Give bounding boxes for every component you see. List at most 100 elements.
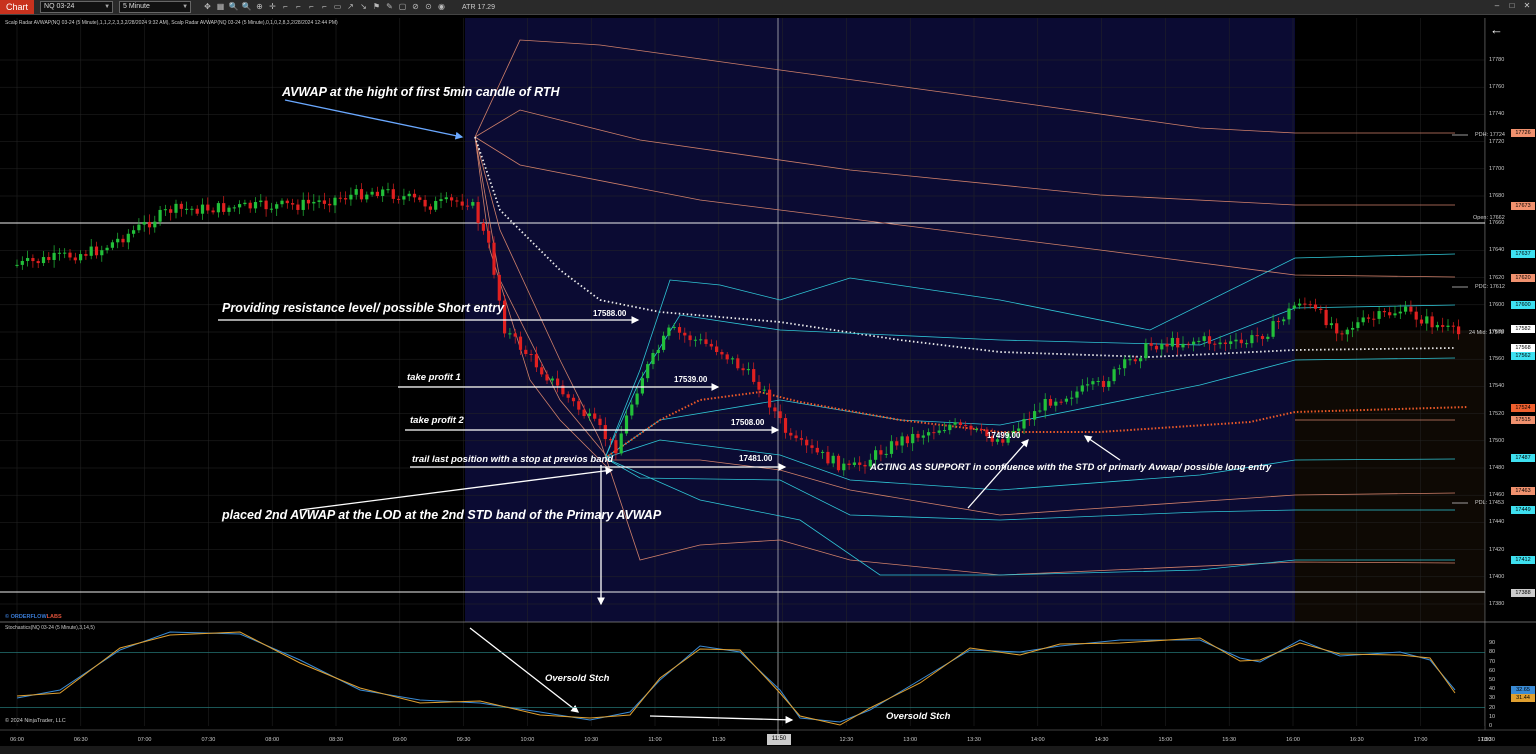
candle-body — [656, 349, 660, 354]
candle-body — [100, 250, 104, 256]
price-chart[interactable] — [0, 0, 1536, 754]
candle-body — [821, 451, 825, 453]
time-tick: 17:00 — [1413, 737, 1428, 743]
candle-body — [630, 404, 634, 416]
candle-body — [497, 274, 501, 301]
candle-body — [73, 257, 77, 261]
back-arrow-icon[interactable]: ← — [1490, 22, 1503, 37]
candle-body — [232, 207, 236, 209]
candle-body — [264, 200, 268, 210]
candle-body — [1112, 369, 1116, 382]
price-tick: 17680 — [1489, 193, 1505, 199]
candle-body — [1388, 312, 1392, 316]
candle-body — [571, 397, 576, 402]
candle-body — [1043, 398, 1047, 411]
price-tick: 17440 — [1489, 519, 1505, 526]
level-label-pdc: PDC: 17612 — [1475, 284, 1505, 290]
candle-body — [190, 208, 194, 210]
candle-body — [105, 247, 109, 251]
candle-body — [624, 415, 629, 434]
candle-body — [386, 189, 390, 191]
candle-body — [900, 436, 904, 446]
candle-body — [169, 209, 173, 213]
candle-body — [1064, 398, 1068, 402]
candle-body — [439, 199, 443, 201]
price-badge: 17463 — [1511, 487, 1535, 496]
candle-body — [1451, 325, 1455, 327]
time-tick: 12:30 — [839, 737, 854, 743]
time-tick: 14:30 — [1094, 737, 1109, 743]
annotation-support: ACTING AS SUPPORT in confluence with the… — [870, 462, 1272, 473]
candle-body — [932, 432, 936, 434]
time-tick: 14:00 — [1030, 737, 1045, 743]
candle-body — [1107, 381, 1111, 388]
candle-body — [20, 260, 24, 265]
candle-body — [953, 422, 957, 425]
candle-body — [884, 453, 888, 455]
candle-body — [365, 194, 369, 200]
time-tick: 07:00 — [137, 737, 152, 743]
price-badge: 17568 — [1511, 344, 1535, 353]
candle-body — [937, 430, 941, 433]
candle-body — [1446, 325, 1450, 327]
candle-body — [1170, 337, 1174, 347]
candle-body — [31, 258, 35, 262]
candle-body — [1207, 336, 1212, 344]
candle-body — [836, 455, 841, 471]
time-tick: 07:30 — [201, 737, 216, 743]
candle-body — [969, 425, 973, 430]
time-tick: 11:00 — [648, 737, 662, 743]
candle-body — [1245, 343, 1249, 345]
candle-body — [603, 425, 607, 440]
candle-body — [402, 196, 406, 200]
candle-body — [1181, 343, 1185, 348]
stoch-tick: 10 — [1489, 713, 1496, 720]
candle-body — [1186, 343, 1190, 345]
price-badge: 17726 — [1511, 129, 1535, 138]
price-note-17499: 17499.00 — [987, 431, 1021, 440]
candle-body — [275, 204, 279, 209]
candle-body — [428, 206, 432, 210]
candle-body — [1086, 384, 1090, 386]
candle-body — [1255, 335, 1259, 337]
candle-body — [227, 207, 231, 212]
candle-body — [958, 422, 962, 426]
candle-body — [1218, 342, 1222, 345]
brand-suffix: LABS — [46, 614, 62, 620]
candle-body — [36, 261, 40, 264]
candle-body — [269, 208, 273, 210]
post-session-shade — [1295, 330, 1485, 622]
time-tick: 06:00 — [10, 737, 24, 743]
candle-body — [79, 254, 83, 261]
candle-body — [460, 201, 464, 206]
time-tick: 08:30 — [329, 737, 343, 743]
candle-body — [84, 254, 88, 256]
annotation-second-avwap: placed 2nd AVWAP at the LOD at the 2nd S… — [222, 508, 662, 522]
candle-body — [889, 441, 894, 454]
candle-body — [905, 436, 909, 444]
candle-body — [1128, 359, 1132, 361]
candle-body — [1144, 343, 1148, 359]
candle-body — [375, 191, 379, 197]
price-tick: 17400 — [1489, 573, 1505, 580]
candle-body — [1260, 336, 1265, 339]
price-tick: 17600 — [1489, 301, 1505, 308]
candle-body — [1133, 359, 1137, 362]
candle-body — [773, 407, 777, 412]
price-badge: 17388 — [1511, 589, 1535, 598]
stoch-tick: 70 — [1489, 658, 1496, 665]
candle-body — [1234, 339, 1238, 342]
price-badge: 17515 — [1511, 416, 1535, 425]
stoch-k-line — [16, 631, 1456, 723]
price-tick: 17660 — [1489, 220, 1505, 227]
time-tick: 10:00 — [520, 737, 535, 743]
stoch-tick: 20 — [1489, 704, 1496, 711]
candle-body — [1059, 401, 1063, 403]
candle-body — [709, 343, 713, 347]
candle-body — [481, 222, 485, 231]
candle-body — [1176, 337, 1180, 348]
candle-body — [471, 202, 475, 206]
candle-body — [153, 221, 157, 228]
candle-body — [423, 199, 427, 207]
price-badge: 17637 — [1511, 250, 1535, 259]
